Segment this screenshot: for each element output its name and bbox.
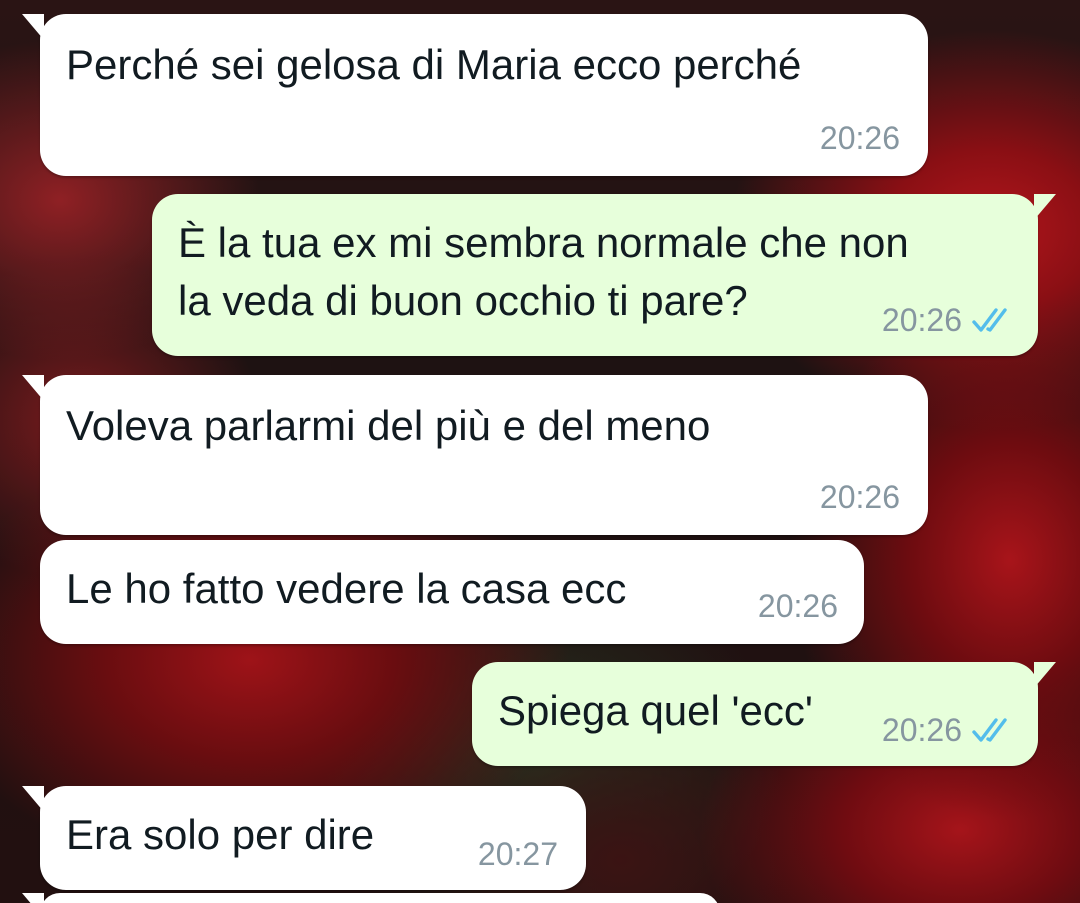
message-text: Era solo per dire [66,811,375,858]
message-text: Voleva parlarmi del più e del meno [66,402,711,449]
message-bubble-incoming[interactable]: Le ho fatto vedere la casa ecc 20:26 [40,540,864,644]
message-bubble-partial[interactable] [22,893,720,903]
message-timestamp: 20:26 [819,479,900,515]
message-bubble-incoming[interactable]: Era solo per dire 20:27 [22,786,586,890]
message-bubble-incoming[interactable]: Voleva parlarmi del più e del meno 20:26 [22,375,928,535]
message-text: Spiega quel 'ecc' [498,687,813,734]
message-text: È la tua ex mi sembra normale che non la… [178,219,909,324]
message-bubble-outgoing[interactable]: È la tua ex mi sembra normale che non la… [152,194,1056,356]
message-text: Perché sei gelosa di Maria ecco perché [66,41,802,88]
message-bubble-outgoing[interactable]: Spiega quel 'ecc' 20:26 [472,662,1056,766]
double-check-icon [972,718,1007,742]
bubble-tail [1034,194,1056,220]
bubble-tail [1034,662,1056,688]
message-timestamp: 20:26 [819,120,900,156]
bubble-tail [22,786,44,812]
message-text: Le ho fatto vedere la casa ecc [66,565,627,612]
double-check-icon [972,308,1007,332]
bubble-tail [22,14,44,40]
message-bubble-incoming[interactable]: Perché sei gelosa di Maria ecco perché 2… [22,14,928,176]
bubble-tail [22,893,44,903]
message-timestamp: 20:26 [881,302,962,338]
message-timestamp: 20:26 [881,712,962,748]
message-timestamp: 20:26 [757,588,838,624]
bubble-tail [22,375,44,401]
message-timestamp: 20:27 [477,836,558,872]
